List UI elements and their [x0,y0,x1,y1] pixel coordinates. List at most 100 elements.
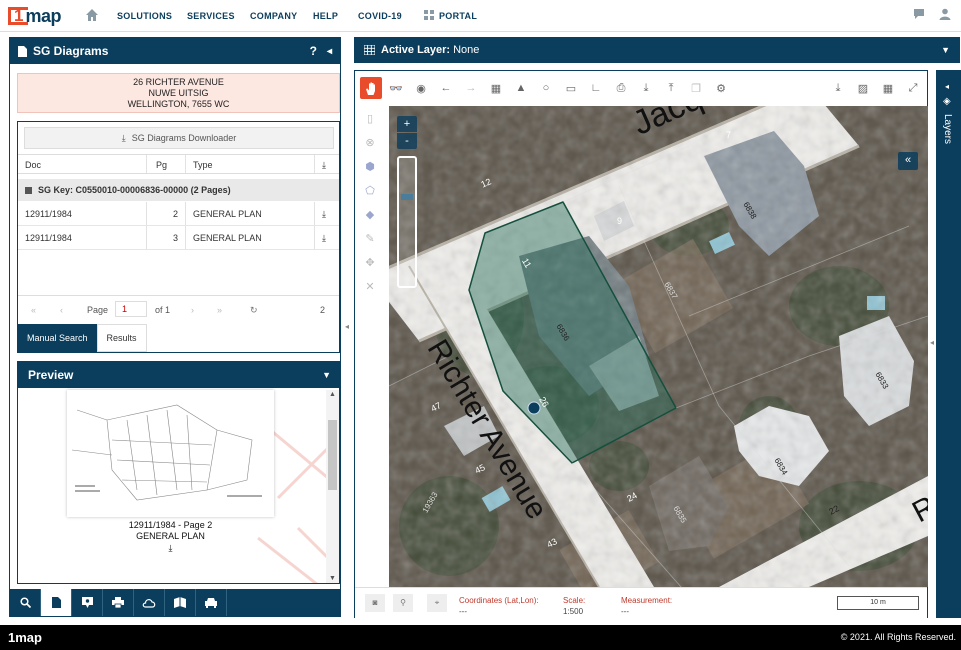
upload-button[interactable]: ⤒ [660,77,682,99]
address-line-3: WELLINGTON, 7655 WC [127,99,230,109]
profile-button[interactable]: ▲ [510,77,532,99]
preview-header: Preview ▼ [18,362,339,388]
last-page-icon[interactable]: » [217,305,222,315]
active-layer-label: Active Layer: [381,44,451,56]
zoom-out-button[interactable]: - [397,133,417,149]
table-icon [364,45,375,55]
tab-results[interactable]: Results [96,324,147,352]
first-page-icon[interactable]: « [31,305,36,315]
collapse-panel-icon[interactable]: ◂ [327,46,332,57]
forward-button[interactable]: → [460,77,482,99]
layout-button[interactable]: ▦ [877,77,899,99]
tab-manual-search[interactable]: Manual Search [18,324,97,352]
bookmark-tool-button[interactable] [72,589,103,616]
chevron-down-icon[interactable]: ▼ [941,45,950,55]
export-button[interactable]: ⤓ [827,77,849,99]
nav-services[interactable]: SERVICES [187,11,235,21]
expand-layers-icon[interactable]: ◂ [945,82,949,91]
scroll-up-icon[interactable]: ▲ [329,391,336,398]
zoom-slider-handle[interactable] [401,194,413,200]
preview-scrollbar[interactable]: ▲ ▼ [326,390,339,583]
nav-solutions[interactable]: SOLUTIONS [117,11,172,21]
row-download-icon[interactable]: ⤓ [322,233,326,244]
row-type: GENERAL PLAN [193,233,262,243]
table-row[interactable]: 12911/1984 2 GENERAL PLAN ⤓ [18,202,339,226]
settings-button[interactable]: ⚙ [710,77,732,99]
binoculars-button[interactable]: 👓 [385,77,407,99]
1map-logo[interactable]: 1 map [8,6,61,26]
zoom-in-button[interactable]: + [397,116,417,132]
top-navigation: 1 map SOLUTIONS SERVICES COMPANY HELP CO… [0,0,961,32]
preview-caption: 12911/1984 - Page 2 GENERAL PLAN ⤓ [67,520,274,554]
draw-polygon-tool[interactable]: ⬠ [359,179,381,201]
page-input[interactable] [115,301,147,317]
row-pg: 3 [173,233,179,243]
copy-button[interactable]: ❐ [685,77,707,99]
collapse-map-panel-button[interactable]: « [898,152,918,170]
minus-icon[interactable] [25,186,32,194]
scale-value: 1:500 [563,607,584,616]
layers-panel[interactable]: ◂ ◈ Layers [936,70,961,618]
nav-help[interactable]: HELP [313,11,338,21]
nav-portal[interactable]: PORTAL [439,11,477,21]
home-icon[interactable] [85,8,99,22]
arrow-left-icon: ← [440,82,452,94]
measure-button[interactable]: ▭ [560,77,582,99]
group-row[interactable]: SG Key: C0550010-00006836-00000 (2 Pages… [18,179,339,201]
clear-tool[interactable]: ⊗ [359,131,381,153]
back-button[interactable]: ← [435,77,457,99]
cancel-circle-icon: ⊗ [365,136,375,149]
map-image-button[interactable]: ▨ [852,77,874,99]
grid-button[interactable]: ▦ [485,77,507,99]
fill-icon: ◆ [365,208,375,221]
table-row[interactable]: 12911/1984 3 GENERAL PLAN ⤓ [18,226,339,250]
cloud-tool-button[interactable] [134,589,165,616]
left-splitter-handle[interactable]: ◂ [345,322,351,336]
sg-diagrams-tool-button[interactable] [41,589,72,616]
download-button[interactable]: ⤓ [635,77,657,99]
scroll-down-icon[interactable]: ▼ [329,575,336,582]
search-tool-button[interactable] [10,589,41,616]
preview-download-icon[interactable]: ⤓ [67,543,274,554]
help-button[interactable]: ? [310,44,317,58]
edit-tool[interactable]: ✎ [359,227,381,249]
print-button[interactable]: ⎙ [610,77,632,99]
circle-button[interactable]: ○ [535,77,557,99]
sg-diagrams-downloader-button[interactable]: ⤓ SG Diagrams Downloader [24,127,334,149]
nav-covid-19[interactable]: COVID-19 [358,11,402,21]
book-tool[interactable]: ▯ [359,107,381,129]
row-download-icon[interactable]: ⤓ [322,209,326,220]
coordinates-value: --- [459,607,467,616]
user-icon[interactable] [939,8,951,20]
delete-tool[interactable]: ✕ [359,275,381,297]
scroll-thumb[interactable] [328,420,337,490]
survey-tool-button[interactable] [165,589,196,616]
pan-hand-button[interactable] [360,77,382,99]
location-pin-button[interactable]: ⚲ [393,594,413,612]
zoom-slider[interactable] [397,156,417,288]
fullscreen-button[interactable]: ⤢ [902,77,924,99]
map-frame: 👓 ◉ ← → ▦ ▲ ○ ▭ ∟ ⎙ ⤓ ⤒ ❐ ⚙ ⤓ ▨ ▦ ⤢ ▯ ⊗ … [354,70,928,618]
nav-company[interactable]: COMPANY [250,11,297,21]
move-tool[interactable]: ✥ [359,251,381,273]
aerial-map[interactable]: Jacq Richter Avenue R 12 7 6838 9 11 683… [389,106,928,587]
active-layer-bar[interactable]: Active Layer: None ▼ [354,37,960,63]
refresh-icon[interactable]: ↻ [250,305,258,316]
chevron-down-icon[interactable]: ▼ [322,370,331,380]
document-icon [18,45,27,57]
download-all-icon[interactable]: ⤓ [322,160,326,171]
camera-button[interactable]: ◙ [365,594,385,612]
footer-logo[interactable]: 1map [8,630,42,645]
sg-diagram-thumbnail[interactable] [67,390,274,517]
polygon-tool[interactable]: ⬢ [359,155,381,177]
angle-button[interactable]: ∟ [585,77,607,99]
globe-button[interactable]: ◉ [410,77,432,99]
prev-page-icon[interactable]: ‹ [60,305,63,315]
print-tool-button[interactable] [103,589,134,616]
locate-button[interactable]: ⌖ [427,594,447,612]
chat-icon[interactable] [913,8,925,20]
fill-tool[interactable]: ◆ [359,203,381,225]
next-page-icon[interactable]: › [191,305,194,315]
preview-caption-line-2: GENERAL PLAN [136,531,205,541]
vehicle-tool-button[interactable] [196,589,227,616]
